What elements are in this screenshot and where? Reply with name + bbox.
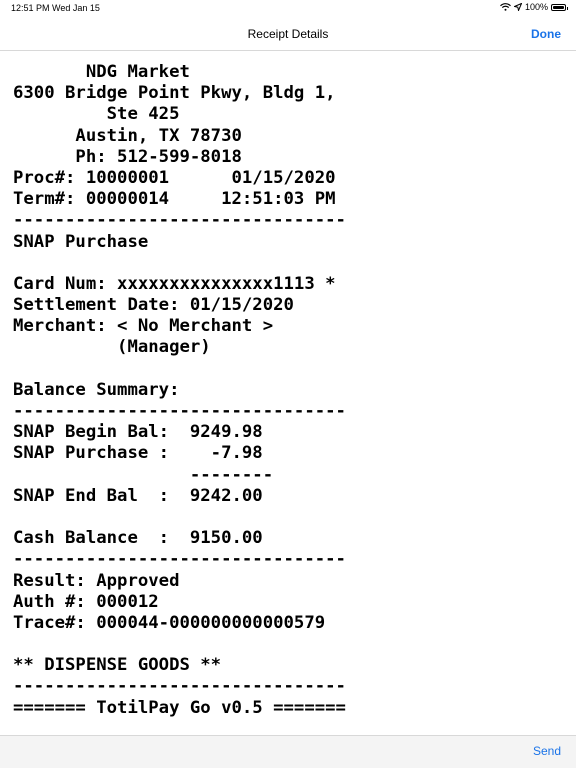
receipt-line: Auth #: 000012 xyxy=(13,591,159,612)
battery-level xyxy=(553,5,564,9)
status-time: 12:51 PM xyxy=(11,3,50,13)
done-button[interactable]: Done xyxy=(531,27,561,41)
status-indicators: 100% xyxy=(500,2,568,12)
receipt-text: NDG Market 6300 Bridge Point Pkwy, Bldg 1… xyxy=(13,62,563,719)
receipt-line: Proc#: 10000001 01/15/2020 xyxy=(13,167,336,188)
page-title: Receipt Details xyxy=(247,27,329,41)
receipt-line: Result: Approved xyxy=(13,570,180,591)
receipt-line: (Manager) xyxy=(13,337,211,358)
receipt-line: -------------------------------- xyxy=(13,210,346,231)
receipt-line: ** DISPENSE GOODS ** xyxy=(13,655,222,676)
receipt-line: Balance Summary: xyxy=(13,379,180,400)
receipt-line xyxy=(13,253,563,274)
receipt-line: SNAP Purchase : -7.98 xyxy=(13,443,263,464)
receipt-line: Card Num: xxxxxxxxxxxxxxx1113 * xyxy=(13,273,336,294)
bottom-toolbar: Send xyxy=(0,735,576,768)
receipt-line: -------------------------------- xyxy=(13,401,346,421)
receipt-line: 6300 Bridge Point Pkwy, Bldg 1, xyxy=(13,83,336,104)
receipt-line: -------- xyxy=(13,464,274,485)
battery-percent: 100% xyxy=(524,2,548,12)
receipt-line: Term#: 00000014 12:51:03 PM xyxy=(13,189,336,210)
receipt-line: Ph: 512-599-8018 xyxy=(13,146,242,167)
battery-icon xyxy=(551,3,568,11)
wifi-icon xyxy=(500,3,511,11)
status-date: Wed Jan 15 xyxy=(52,3,100,13)
receipt-line xyxy=(13,507,563,528)
receipt-line xyxy=(13,634,563,655)
receipt-line: SNAP Begin Bal: 9249.98 xyxy=(13,422,263,443)
navigation-bar: Receipt Details Done xyxy=(0,18,576,51)
receipt-line: SNAP End Bal : 9242.00 xyxy=(13,485,263,506)
receipt-line: ======= TotilPay Go v0.5 ======= xyxy=(13,697,346,718)
receipt-line: Cash Balance : 9150.00 xyxy=(13,528,263,549)
receipt-line: Settlement Date: 01/15/2020 xyxy=(13,295,294,316)
status-bar: 12:51 PM Wed Jan 15 100% xyxy=(0,0,576,18)
receipt-line: Merchant: < No Merchant > xyxy=(13,316,274,337)
location-icon xyxy=(513,3,522,11)
receipt-line xyxy=(13,359,563,380)
receipt-line: Austin, TX 78730 xyxy=(13,125,242,146)
receipt-line: SNAP Purchase xyxy=(13,231,149,252)
receipt-line: Ste 425 xyxy=(13,104,180,125)
send-button[interactable]: Send xyxy=(533,744,561,758)
receipt-line: NDG Market xyxy=(13,62,190,82)
receipt-line: Trace#: 000044-000000000000579 xyxy=(13,612,326,633)
receipt-line: -------------------------------- xyxy=(13,676,346,697)
receipt-line: -------------------------------- xyxy=(13,549,346,570)
